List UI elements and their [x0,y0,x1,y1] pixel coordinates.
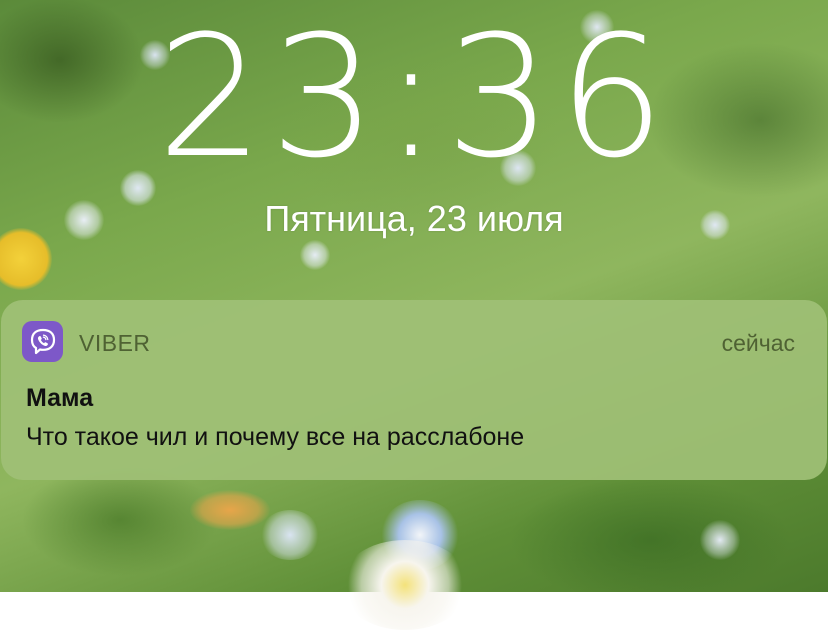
lockscreen-clock: 23:36 [156,0,672,195]
flower-blue [700,520,740,560]
flower-blue [260,510,320,560]
flower-white [340,540,470,630]
flower-blue [300,240,330,270]
notification-message: Что такое чил и почему все на расслабоне [26,423,525,451]
viber-icon [22,321,63,362]
flower-orange [190,490,270,530]
notification-time: сейчас [721,330,795,356]
notification-app-name: VIBER [79,330,151,356]
lockscreen-date: Пятница, 23 июля [264,198,564,239]
viber-notification[interactable]: VIBER сейчас Мама Что такое чил и почему… [1,300,827,480]
notification-sender: Мама [26,384,94,412]
